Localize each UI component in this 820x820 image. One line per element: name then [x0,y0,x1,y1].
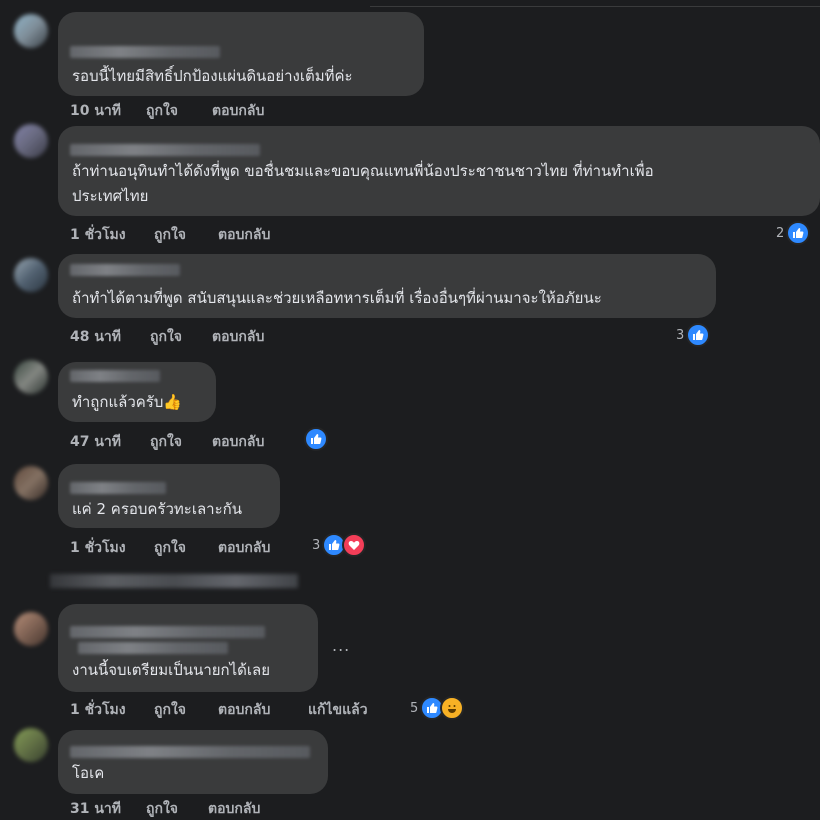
comment-text: ทำถูกแล้วครับ👍 [72,390,182,415]
like-reaction-icon [304,427,328,451]
commenter-avatar[interactable] [14,14,48,48]
comment-bubble: ทำถูกแล้วครับ👍 [58,362,216,422]
comment-bubble: แค่ 2 ครอบครัวทะเลาะกัน [58,464,280,528]
commenter-avatar[interactable] [14,728,48,762]
reaction-count: 2 [776,225,785,241]
like-link[interactable]: ถูกใจ [146,100,178,122]
comment-text-body: ทำถูกแล้วครับ [72,393,164,411]
like-reaction-icon [686,323,711,347]
commenter-avatar[interactable] [14,466,48,500]
comment-bubble: โอเค [58,730,328,794]
comment-text: ประเทศไทย [72,187,149,205]
reply-link[interactable]: ตอบกลับ [212,326,264,348]
comment-text: ถ้าทำได้ตามที่พูด สนับสนุนและช่วยเหลือทห… [72,289,602,307]
commenter-name-redacted[interactable] [70,264,180,276]
reaction-summary[interactable]: 3 [312,533,367,557]
top-divider [370,6,820,7]
thumbs-up-emoji: 👍 [163,393,183,411]
haha-reaction-icon [440,696,465,720]
commenter-name-redacted [78,642,228,654]
reply-link[interactable]: ตอบกลับ [218,537,270,559]
love-reaction-icon [342,533,367,557]
edited-label[interactable]: แก้ไขแล้ว [308,699,368,721]
view-more-replies-redacted[interactable] [50,574,298,588]
commenter-name-redacted[interactable] [70,370,160,382]
commenter-avatar[interactable] [14,612,48,646]
commenter-name-redacted[interactable] [70,746,310,758]
like-reaction-icon [786,221,811,245]
comment-time[interactable]: 1 ชั่วโมง [70,224,126,246]
comment-time[interactable]: 1 ชั่วโมง [70,699,126,721]
commenter-avatar[interactable] [14,124,48,158]
like-link[interactable]: ถูกใจ [146,798,178,820]
reaction-count: 3 [676,327,685,343]
commenter-name-redacted[interactable] [70,144,260,156]
reply-link[interactable]: ตอบกลับ [212,431,264,453]
reaction-summary[interactable]: 2 [776,221,811,245]
reply-link[interactable]: ตอบกลับ [218,224,270,246]
like-link[interactable]: ถูกใจ [154,537,186,559]
reaction-summary[interactable]: 5 [410,696,465,720]
comment-bubble: ถ้าท่านอนุทินทำได้ดังที่พูด ขอชื่นชมและข… [58,126,820,216]
reaction-count: 5 [410,700,419,716]
reply-link[interactable]: ตอบกลับ [212,100,264,122]
reaction-summary[interactable]: 3 [676,323,711,347]
commenter-name-redacted[interactable] [70,46,220,58]
commenter-name-redacted[interactable] [70,626,265,638]
reaction-count: 3 [312,537,321,553]
more-options-button[interactable]: ... [332,636,350,655]
comment-text: โอเค [72,764,105,782]
commenter-avatar[interactable] [14,258,48,292]
reaction-summary[interactable] [304,427,328,451]
comment-time[interactable]: 48 นาที [70,326,121,348]
comment-bubble: งานนี้จบเตรียมเป็นนายกได้เลย [58,604,318,692]
comment-time[interactable]: 1 ชั่วโมง [70,537,126,559]
comment-time[interactable]: 31 นาที [70,798,121,820]
comment-text: งานนี้จบเตรียมเป็นนายกได้เลย [72,661,271,679]
comment-text: ถ้าท่านอนุทินทำได้ดังที่พูด ขอชื่นชมและข… [72,162,654,180]
comment-text: แค่ 2 ครอบครัวทะเลาะกัน [72,500,242,518]
like-link[interactable]: ถูกใจ [154,224,186,246]
like-link[interactable]: ถูกใจ [150,431,182,453]
like-link[interactable]: ถูกใจ [150,326,182,348]
commenter-avatar[interactable] [14,360,48,394]
comment-text: รอบนี้ไทยมีสิทธิ์ปกป้องแผ่นดินอย่างเต็มท… [72,67,353,85]
reply-link[interactable]: ตอบกลับ [218,699,270,721]
commenter-name-redacted[interactable] [70,482,166,494]
comment-time[interactable]: 47 นาที [70,431,121,453]
comment-time[interactable]: 10 นาที [70,100,121,122]
comment-bubble: ถ้าทำได้ตามที่พูด สนับสนุนและช่วยเหลือทห… [58,254,716,318]
like-link[interactable]: ถูกใจ [154,699,186,721]
reply-link[interactable]: ตอบกลับ [208,798,260,820]
comment-bubble: รอบนี้ไทยมีสิทธิ์ปกป้องแผ่นดินอย่างเต็มท… [58,12,424,96]
